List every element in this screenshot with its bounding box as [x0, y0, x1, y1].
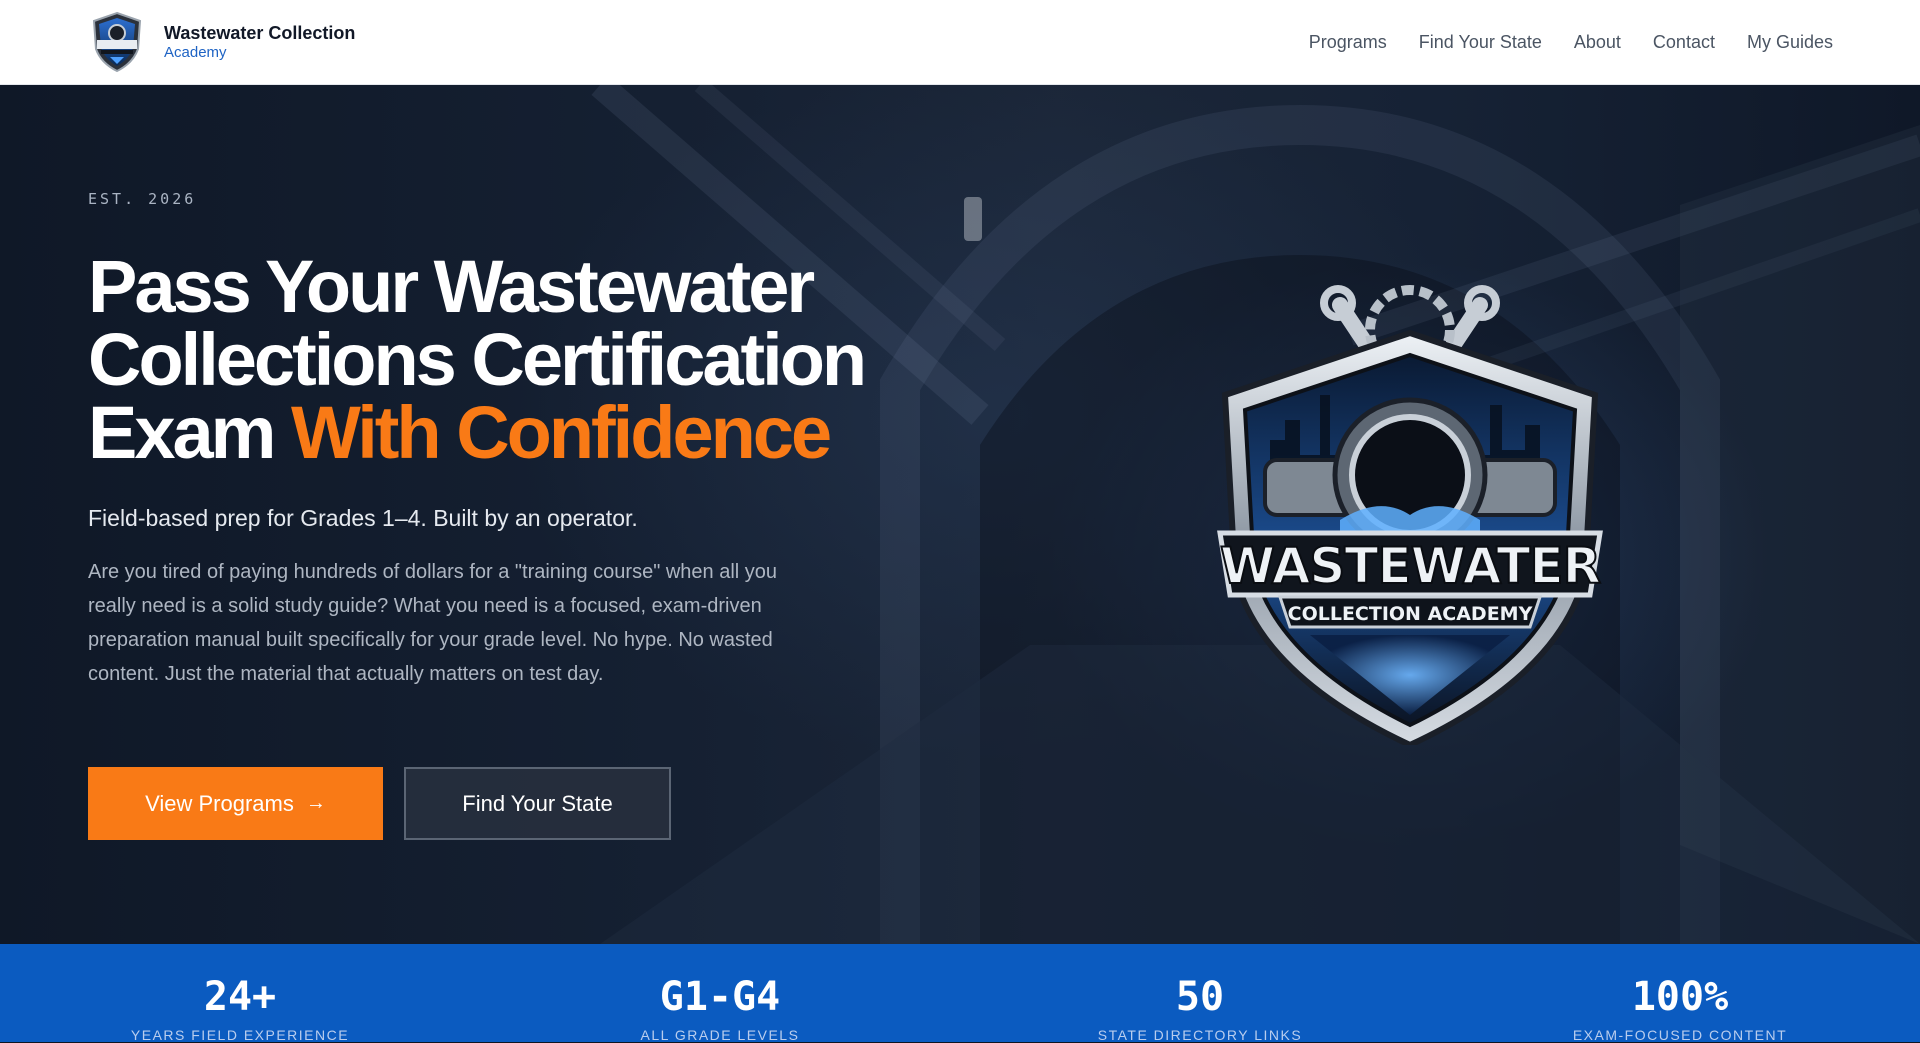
brand-name: Wastewater Collection — [164, 23, 356, 44]
crest-subtitle: COLLECTION ACADEMY — [1288, 603, 1533, 625]
stats-bar: 24+ YEARS FIELD EXPERIENCE G1-G4 ALL GRA… — [0, 944, 1920, 1043]
stat-label: YEARS FIELD EXPERIENCE — [130, 1027, 350, 1043]
headline-line-2: Collections Certification — [88, 318, 867, 401]
stat-value: 50 — [1175, 974, 1225, 1020]
stat-label: STATE DIRECTORY LINKS — [1097, 1027, 1303, 1043]
arrow-right-icon: → — [305, 792, 326, 814]
academy-crest-image: WASTEWATER COLLECTION ACADEMY — [1217, 285, 1603, 745]
stat-state-links: 50 STATE DIRECTORY LINKS — [960, 944, 1440, 1043]
headline-accent: With Confidence — [291, 391, 832, 474]
crest-title: WASTEWATER — [1220, 537, 1601, 595]
headline-line-3: Exam — [88, 391, 276, 474]
stat-years-experience: 24+ YEARS FIELD EXPERIENCE — [0, 944, 480, 1043]
stat-value: 100% — [1631, 974, 1729, 1020]
nav-find-your-state[interactable]: Find Your State — [1419, 32, 1542, 53]
nav-about[interactable]: About — [1574, 32, 1621, 53]
hero-tagline: Field-based prep for Grades 1–4. Built b… — [88, 505, 638, 531]
eyebrow-text: EST. 2026 — [88, 190, 197, 208]
stat-label: EXAM-FOCUSED CONTENT — [1572, 1027, 1788, 1043]
hero-description: Are you tired of paying hundreds of doll… — [88, 561, 778, 685]
find-your-state-button[interactable]: Find Your State — [404, 767, 671, 840]
brand-subtitle: Academy — [164, 43, 227, 61]
stat-value: G1-G4 — [659, 974, 781, 1020]
stat-value: 24+ — [203, 974, 277, 1020]
hero-section: EST. 2026 Pass Your Wastewater Collectio… — [0, 85, 1920, 944]
hero-headline: Pass Your Wastewater Collections Certifi… — [88, 250, 908, 470]
nav-contact[interactable]: Contact — [1653, 32, 1715, 53]
main-nav: Programs Find Your State About Contact M… — [1309, 32, 1833, 53]
stat-label: ALL GRADE LEVELS — [640, 1027, 800, 1043]
headline-line-1: Pass Your Wastewater — [88, 245, 815, 328]
stat-exam-focused: 100% EXAM-FOCUSED CONTENT — [1440, 944, 1920, 1043]
shield-crest-icon — [92, 11, 142, 73]
view-programs-label: View Programs — [145, 790, 294, 816]
view-programs-button[interactable]: View Programs → — [88, 767, 383, 840]
site-header: Wastewater Collection Academy Programs F… — [0, 0, 1920, 85]
brand[interactable]: Wastewater Collection Academy — [88, 11, 355, 73]
nav-programs[interactable]: Programs — [1309, 32, 1387, 53]
nav-my-guides[interactable]: My Guides — [1747, 32, 1833, 53]
stat-grade-levels: G1-G4 ALL GRADE LEVELS — [480, 944, 960, 1043]
